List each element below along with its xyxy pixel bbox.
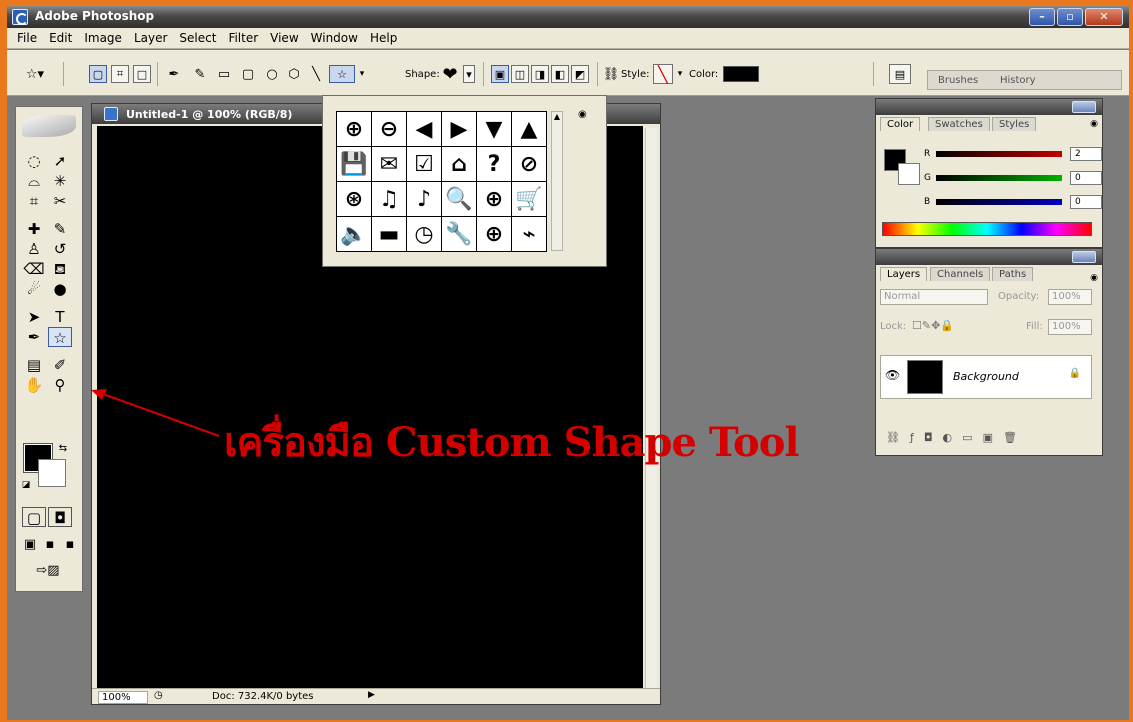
- annotation-arrow: [91, 389, 220, 437]
- photoshop-window: Adobe Photoshop – ▫ ✕ File Edit Image La…: [7, 6, 1129, 720]
- annotation-label: เครื่องมือ Custom Shape Tool: [224, 419, 800, 466]
